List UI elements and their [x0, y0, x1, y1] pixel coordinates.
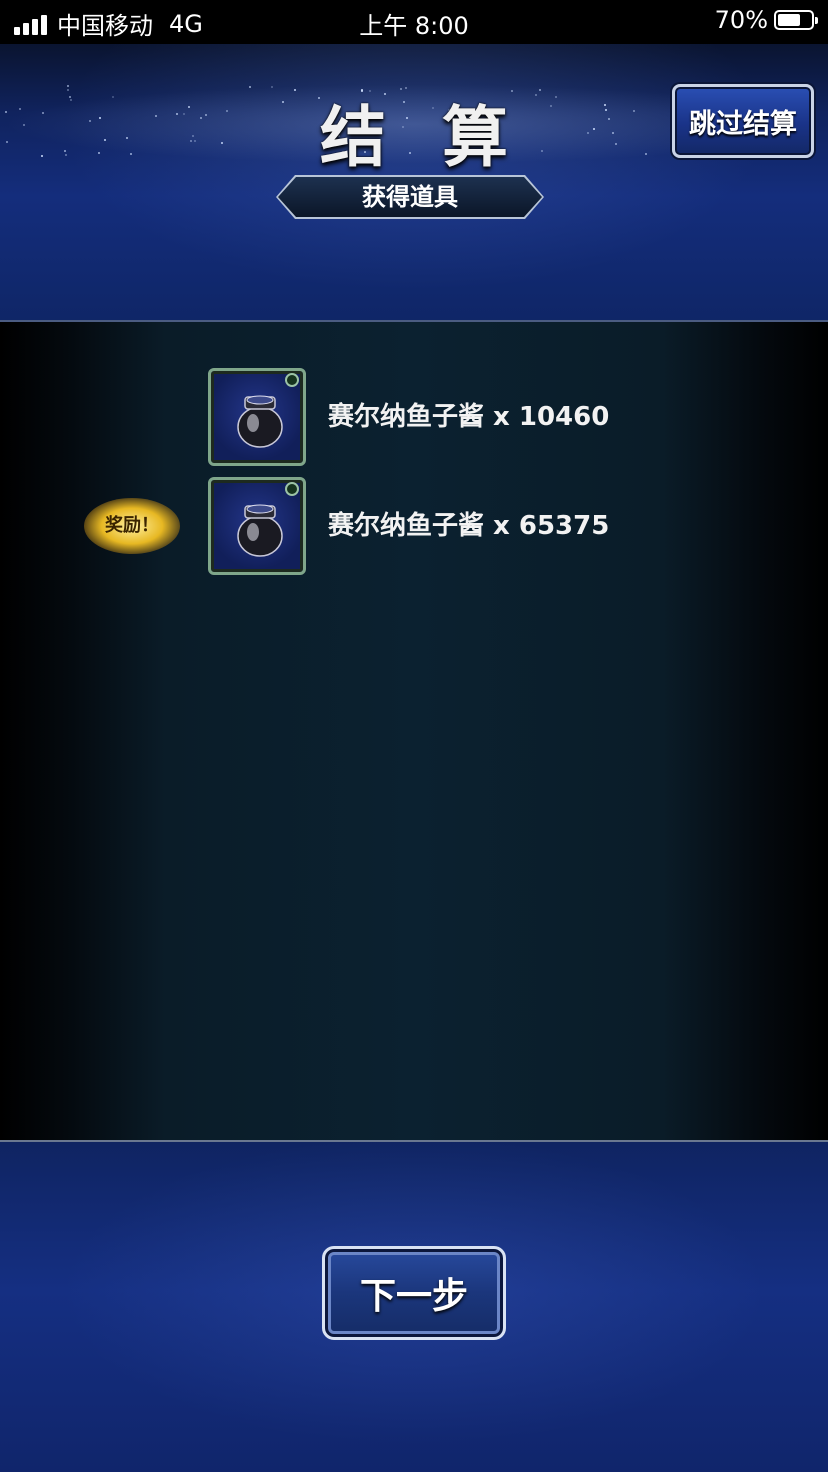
- battery-icon: [774, 10, 818, 30]
- status-bar-right: 70%: [714, 6, 818, 34]
- status-bar: 中国移动 4G 上午 8:00 70%: [0, 0, 828, 44]
- footer: 下一步: [0, 1142, 828, 1472]
- battery-fill: [778, 14, 800, 26]
- caviar-jar-icon[interactable]: [208, 368, 306, 466]
- status-time: 上午 8:00: [359, 12, 469, 40]
- lock-notch-icon: [285, 373, 299, 387]
- bonus-badge: 奖励！: [84, 498, 180, 554]
- jar-graphic: [237, 395, 283, 448]
- subtitle-text: 获得道具: [362, 183, 458, 211]
- item-label: 赛尔纳鱼子酱 x 65375: [328, 511, 610, 541]
- next-step-button[interactable]: 下一步: [322, 1246, 506, 1340]
- battery-percent: 70%: [714, 6, 768, 34]
- items-panel: 赛尔纳鱼子酱 x 10460 赛尔纳鱼子酱 x 65375: [0, 322, 828, 1142]
- item-label: 赛尔纳鱼子酱 x 10460: [328, 402, 610, 432]
- item-row: 赛尔纳鱼子酱 x 10460: [208, 368, 708, 468]
- caviar-jar-icon[interactable]: [208, 477, 306, 575]
- skip-settlement-button[interactable]: 跳过结算: [672, 84, 814, 158]
- lock-notch-icon: [285, 482, 299, 496]
- jar-graphic: [237, 504, 283, 557]
- item-row: 赛尔纳鱼子酱 x 65375: [208, 477, 708, 577]
- header: 结算 跳过结算 获得道具: [0, 44, 828, 322]
